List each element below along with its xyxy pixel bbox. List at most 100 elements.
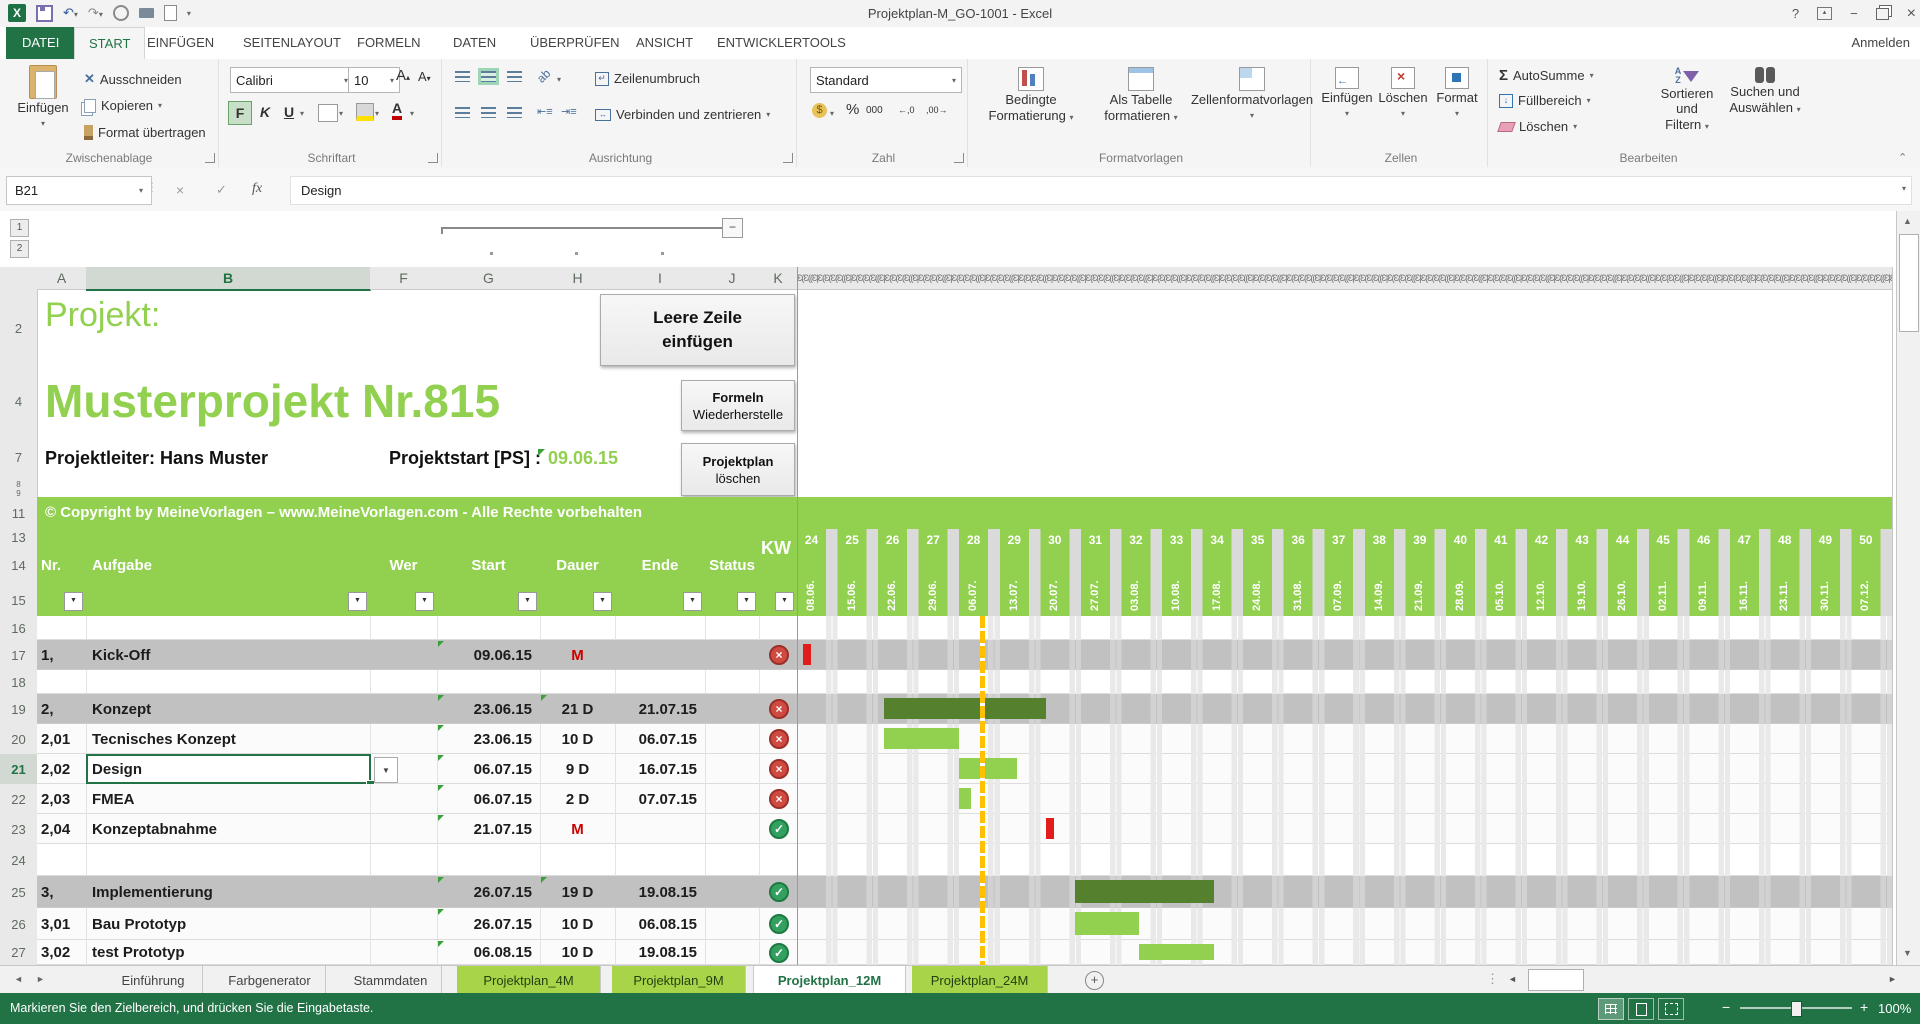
- format-as-table-button[interactable]: Als Tabelle formatieren ▾: [1088, 67, 1194, 125]
- ribbon-tab-datei[interactable]: DATEI: [6, 27, 75, 59]
- row-header-21[interactable]: 21: [0, 754, 39, 785]
- paste-button[interactable]: Einfügen▾: [10, 65, 76, 131]
- filter-dropdown-A[interactable]: ▼: [64, 592, 83, 611]
- ribbon-tab-entwicklertools[interactable]: ENTWICKLERTOOLS: [715, 27, 848, 59]
- ribbon-display-options-icon[interactable]: ▴: [1817, 7, 1832, 20]
- underline-button[interactable]: U: [278, 101, 300, 123]
- page-layout-view-icon[interactable]: [1628, 998, 1654, 1020]
- insert-empty-row-button[interactable]: Leere Zeileeinfügen: [600, 294, 795, 366]
- font-dialog-launcher[interactable]: [428, 153, 438, 163]
- number-dialog-launcher[interactable]: [954, 153, 964, 163]
- orientation-dropdown[interactable]: ▾: [557, 75, 561, 84]
- column-header-J[interactable]: J: [705, 267, 760, 290]
- expand-formula-bar-icon[interactable]: ▾: [1902, 184, 1906, 193]
- filter-dropdown-G[interactable]: ▼: [518, 592, 537, 611]
- clipboard-dialog-launcher[interactable]: [205, 153, 215, 163]
- clear-plan-button[interactable]: Projektplanlöschen: [681, 443, 795, 496]
- sheet-tab-farbgenerator[interactable]: Farbgenerator: [214, 966, 326, 994]
- account-link[interactable]: Anmelden: [1849, 27, 1912, 59]
- percent-icon[interactable]: %: [846, 101, 859, 118]
- sheet-tab-stammdaten[interactable]: Stammdaten: [340, 966, 442, 994]
- close-button[interactable]: ×: [1907, 5, 1916, 23]
- shrink-font-button[interactable]: A▾: [418, 69, 431, 84]
- align-center-icon[interactable]: [481, 107, 496, 118]
- sheet-tab-projektplan_24m[interactable]: Projektplan_24M: [912, 966, 1048, 994]
- filter-dropdown-B[interactable]: ▼: [348, 592, 367, 611]
- enter-icon[interactable]: ✓: [216, 182, 227, 198]
- column-header-F[interactable]: F: [370, 267, 438, 290]
- number-format-select[interactable]: Standard▾: [810, 67, 962, 93]
- merge-center-button[interactable]: ↔ Verbinden und zentrieren▾: [595, 107, 770, 122]
- cell-dropdown-button[interactable]: ▼: [374, 757, 398, 783]
- align-bottom-icon[interactable]: [507, 71, 522, 82]
- zoom-level[interactable]: 100%: [1878, 1001, 1911, 1016]
- insert-cells-button[interactable]: ← Einfügen▾: [1321, 67, 1373, 121]
- italic-button[interactable]: K: [254, 101, 276, 123]
- decrease-indent-icon[interactable]: ⇤≡: [537, 105, 553, 118]
- sheet-tab-projektplan_4m[interactable]: Projektplan_4M: [457, 966, 601, 994]
- align-top-icon[interactable]: [455, 71, 470, 82]
- select-all-corner[interactable]: [0, 267, 38, 290]
- cell-styles-button[interactable]: Zellenformatvorlagen ▾: [1198, 67, 1306, 123]
- normal-view-icon[interactable]: [1598, 998, 1624, 1020]
- underline-dropdown[interactable]: ▾: [300, 109, 304, 118]
- sheet-tab-einführung[interactable]: Einführung: [104, 966, 203, 994]
- cut-button[interactable]: ✕ Ausschneiden: [84, 71, 182, 87]
- selection-fill-handle[interactable]: [366, 780, 375, 789]
- outline-level-1-button[interactable]: 1: [10, 219, 29, 237]
- sheet-tab-projektplan_12m[interactable]: Projektplan_12M: [753, 966, 906, 996]
- font-color-dropdown[interactable]: ▾: [410, 109, 414, 118]
- tab-scroll-divider[interactable]: ⋮: [1486, 971, 1499, 987]
- row-header-13[interactable]: 13: [0, 529, 38, 547]
- column-header-I[interactable]: I: [615, 267, 706, 290]
- sheet-nav-next-icon[interactable]: ►: [36, 974, 45, 984]
- formula-input[interactable]: Design: [290, 176, 1912, 205]
- ribbon-tab-start[interactable]: START: [74, 27, 145, 60]
- delete-cells-button[interactable]: × Löschen▾: [1377, 67, 1429, 121]
- hscroll-right-icon[interactable]: ►: [1888, 974, 1897, 984]
- sheet-tab-projektplan_9m[interactable]: Projektplan_9M: [612, 966, 746, 994]
- new-sheet-button[interactable]: +: [1085, 971, 1104, 990]
- restore-button[interactable]: [1876, 8, 1889, 20]
- row-header-11[interactable]: 11: [0, 497, 38, 530]
- filter-dropdown-H[interactable]: ▼: [593, 592, 612, 611]
- page-break-view-icon[interactable]: [1658, 998, 1684, 1020]
- row-header-16[interactable]: 16: [0, 616, 38, 641]
- find-select-button[interactable]: Suchen und Auswählen ▾: [1727, 67, 1803, 117]
- format-painter-button[interactable]: Format übertragen: [84, 125, 206, 140]
- row-header-15[interactable]: 15: [0, 585, 38, 617]
- sort-filter-button[interactable]: AZ Sortieren und Filtern ▾: [1649, 67, 1725, 134]
- row-header-17[interactable]: 17: [0, 640, 38, 671]
- ribbon-tab-einfügen[interactable]: EINFÜGEN: [145, 27, 216, 59]
- insert-function-icon[interactable]: fx: [252, 181, 262, 197]
- row-header-20[interactable]: 20: [0, 724, 38, 755]
- outline-collapse-button[interactable]: −: [722, 218, 743, 238]
- align-right-icon[interactable]: [507, 107, 522, 118]
- column-header-A[interactable]: A: [37, 267, 87, 290]
- row-header-26[interactable]: 26: [0, 908, 38, 941]
- borders-dropdown[interactable]: ▾: [339, 109, 343, 118]
- name-box[interactable]: B21 ▾: [6, 176, 152, 205]
- font-family-select[interactable]: Calibri▾: [230, 67, 354, 93]
- filter-dropdown-J[interactable]: ▼: [737, 592, 756, 611]
- decrease-decimal-icon[interactable]: ,00→: [926, 105, 948, 115]
- currency-dropdown[interactable]: ▾: [830, 109, 834, 118]
- vscroll-down-icon[interactable]: ▼: [1903, 948, 1912, 958]
- collapse-ribbon-icon[interactable]: ⌃: [1898, 151, 1907, 164]
- ribbon-tab-überprüfen[interactable]: ÜBERPRÜFEN: [528, 27, 622, 59]
- column-header-G[interactable]: G: [437, 267, 541, 290]
- row-header-23[interactable]: 23: [0, 814, 38, 845]
- vertical-scrollbar-track[interactable]: [1896, 211, 1920, 965]
- filter-dropdown-K[interactable]: ▼: [775, 592, 794, 611]
- name-box-dropdown[interactable]: ▾: [139, 186, 143, 195]
- autosum-button[interactable]: Σ AutoSumme▾: [1499, 67, 1594, 84]
- minimize-button[interactable]: −: [1850, 6, 1858, 21]
- column-header-K[interactable]: K: [759, 267, 798, 290]
- row-header-9[interactable]: 9: [0, 489, 38, 498]
- zoom-slider-thumb[interactable]: [1791, 1001, 1802, 1017]
- hscroll-thumb[interactable]: [1528, 969, 1584, 991]
- bold-button[interactable]: F: [228, 101, 252, 125]
- format-cells-button[interactable]: Format▾: [1431, 67, 1483, 121]
- orientation-icon[interactable]: ab: [534, 66, 553, 85]
- zoom-out-button[interactable]: −: [1722, 999, 1730, 1015]
